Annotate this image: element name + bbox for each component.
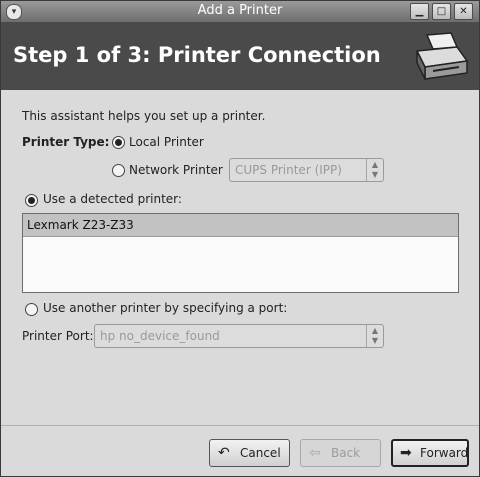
- title-bar[interactable]: ▾ Add a Printer ▁ □ ✕: [1, 1, 479, 23]
- close-button[interactable]: ✕: [454, 3, 473, 20]
- printer-icon: [415, 32, 469, 80]
- cancel-button[interactable]: ↶ Cancel: [209, 439, 290, 467]
- printer-port-label: Printer Port:: [22, 329, 94, 343]
- cancel-label: Cancel: [240, 446, 281, 460]
- printer-port-combo[interactable]: hp no_device_found ▲ ▼: [94, 324, 384, 348]
- list-item[interactable]: Lexmark Z23-Z33: [23, 214, 458, 237]
- printer-port-value: hp no_device_found: [100, 329, 220, 343]
- forward-button[interactable]: ➡ Forward: [391, 439, 469, 467]
- combo-arrows-icon: ▲ ▼: [366, 325, 383, 347]
- combo-arrows-icon: ▲ ▼: [366, 159, 383, 181]
- list-item-label: Lexmark Z23-Z33: [27, 218, 134, 232]
- maximize-button[interactable]: □: [432, 3, 451, 20]
- intro-text: This assistant helps you set up a printe…: [22, 109, 266, 123]
- back-label: Back: [331, 446, 361, 460]
- network-printer-radio[interactable]: [112, 164, 125, 177]
- another-printer-radio[interactable]: [25, 303, 38, 316]
- network-type-value: CUPS Printer (IPP): [235, 163, 342, 177]
- step-heading: Step 1 of 3: Printer Connection: [13, 43, 381, 67]
- back-arrow-icon: ⇦: [309, 445, 321, 461]
- network-printer-label[interactable]: Network Printer: [129, 163, 223, 177]
- printer-type-label: Printer Type:: [22, 135, 110, 149]
- detected-printer-radio[interactable]: [25, 194, 38, 207]
- local-printer-radio[interactable]: [112, 136, 125, 149]
- network-type-combo[interactable]: CUPS Printer (IPP) ▲ ▼: [229, 158, 384, 182]
- minimize-button[interactable]: ▁: [410, 3, 429, 20]
- forward-arrow-icon: ➡: [400, 445, 412, 461]
- header-banner: Step 1 of 3: Printer Connection: [1, 23, 479, 90]
- button-separator: [1, 425, 479, 426]
- detected-printers-list[interactable]: Lexmark Z23-Z33: [22, 213, 459, 293]
- detected-printer-label[interactable]: Use a detected printer:: [43, 192, 182, 206]
- undo-icon: ↶: [218, 445, 230, 461]
- local-printer-label[interactable]: Local Printer: [129, 135, 204, 149]
- window-title: Add a Printer: [197, 3, 283, 18]
- forward-label: Forward: [420, 446, 469, 460]
- back-button[interactable]: ⇦ Back: [300, 439, 381, 467]
- another-printer-label[interactable]: Use another printer by specifying a port…: [43, 301, 287, 315]
- add-printer-window: ▾ Add a Printer ▁ □ ✕ Step 1 of 3: Print…: [0, 0, 480, 477]
